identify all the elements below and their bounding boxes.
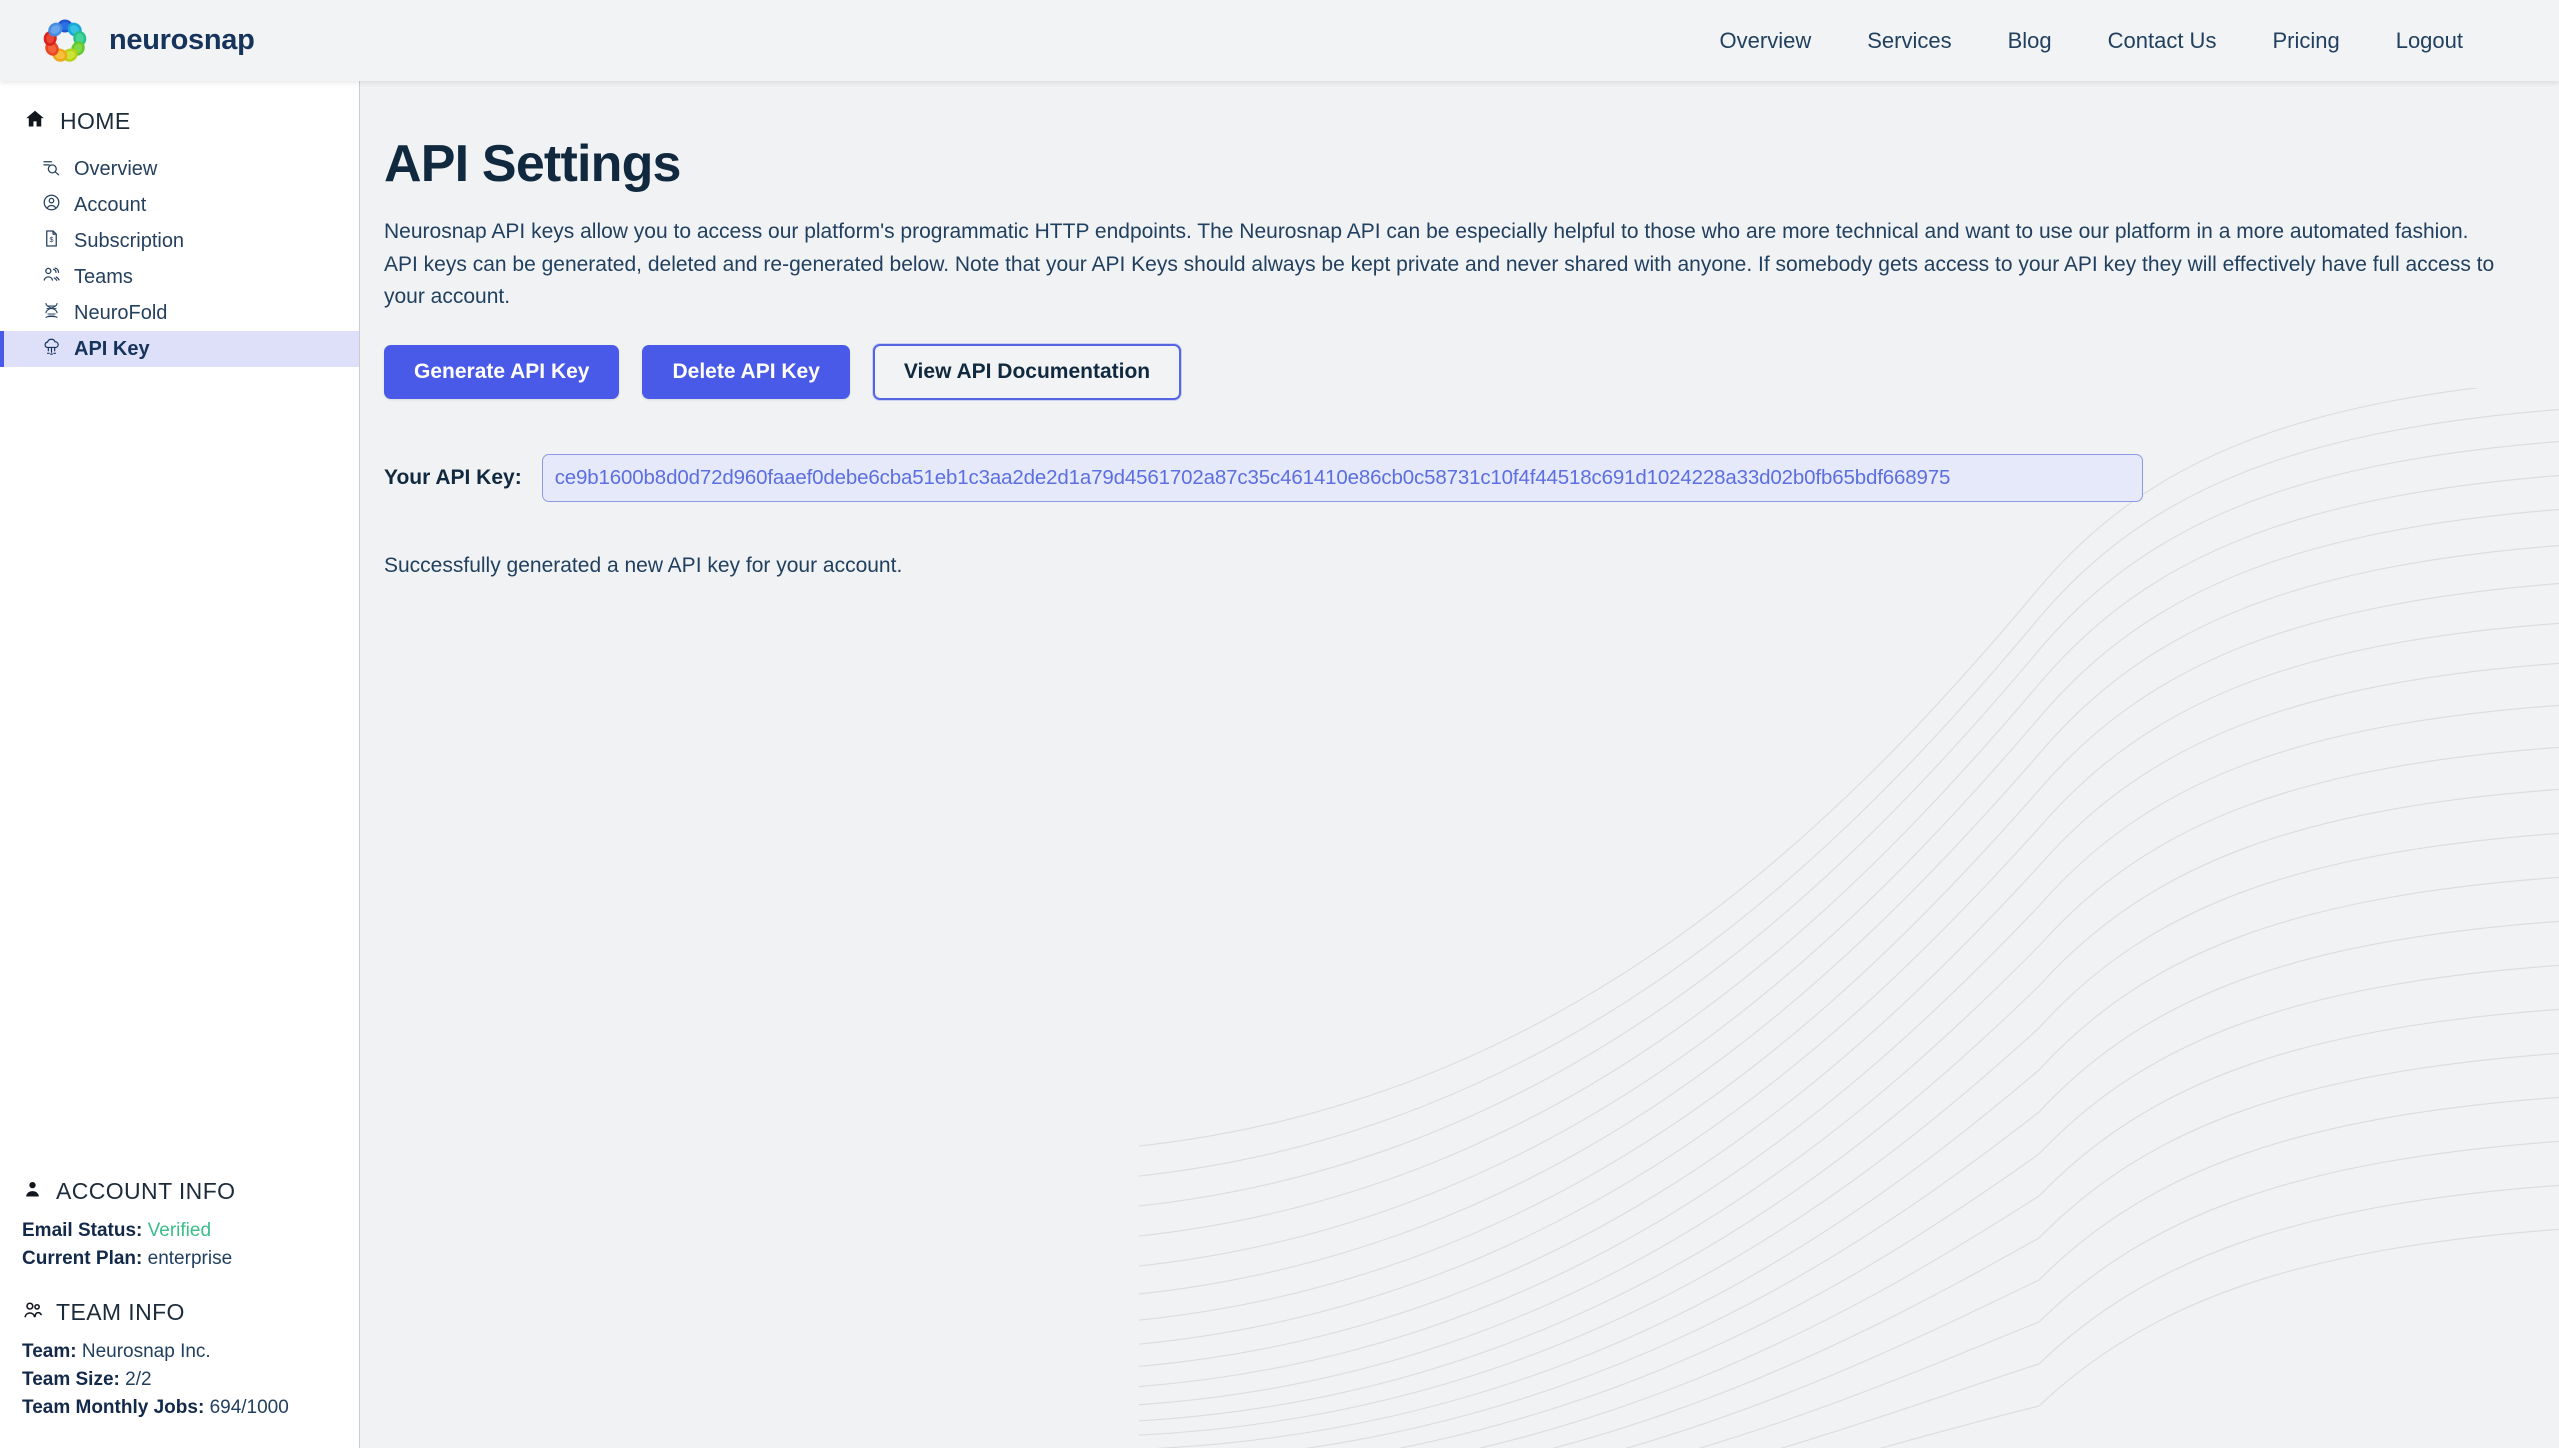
team-size-label: Team Size: [22, 1369, 120, 1390]
people-group-icon [22, 1300, 43, 1326]
sidebar: HOME Overview Account $ Subscription Tea… [0, 81, 360, 1448]
team-monthly-jobs-value: 694/1000 [209, 1397, 289, 1418]
top-header: neurosnap Overview Services Blog Contact… [0, 0, 2559, 81]
page-title: API Settings [384, 135, 681, 193]
account-email-status-value: Verified [147, 1220, 212, 1241]
sidebar-top-section: HOME Overview Account $ Subscription Tea… [0, 81, 359, 367]
cloud-network-icon [42, 337, 61, 361]
sidebar-home-heading[interactable]: HOME [0, 108, 359, 135]
sidebar-item-teams[interactable]: Teams [0, 259, 359, 295]
list-search-icon [42, 157, 61, 181]
account-info-label: ACCOUNT INFO [56, 1178, 236, 1204]
delete-api-key-button[interactable]: Delete API Key [642, 344, 850, 399]
team-size-value: 2/2 [125, 1369, 152, 1390]
sidebar-item-label: NeuroFold [74, 301, 168, 324]
nav-item-contact-us[interactable]: Contact Us [2080, 20, 2245, 62]
brand[interactable]: neurosnap [38, 14, 255, 68]
sidebar-item-label: Account [74, 193, 147, 216]
dna-helix-icon [42, 301, 61, 325]
sidebar-item-label: API Key [74, 337, 150, 360]
account-email-status-label: Email Status: [22, 1220, 143, 1241]
user-circle-icon [42, 193, 61, 217]
sidebar-item-label: Subscription [74, 229, 185, 252]
sidebar-nav-list: Overview Account $ Subscription Teams Ne… [0, 151, 359, 367]
people-group-icon [42, 265, 61, 289]
team-name-label: Team: [22, 1341, 77, 1362]
neurosnap-protein-logo-icon [38, 14, 92, 68]
team-monthly-jobs-label: Team Monthly Jobs: [22, 1397, 205, 1418]
sidebar-bottom-info: ACCOUNT INFO Email Status: Verified Curr… [0, 1178, 359, 1448]
team-monthly-jobs-row: Team Monthly Jobs: 694/1000 [0, 1394, 359, 1422]
info-divider [0, 1273, 359, 1299]
nav-item-overview[interactable]: Overview [1692, 20, 1840, 62]
team-name-value: Neurosnap Inc. [81, 1341, 211, 1362]
sidebar-item-subscription[interactable]: $ Subscription [0, 223, 359, 259]
account-email-status-row: Email Status: Verified [0, 1217, 359, 1245]
sidebar-item-account[interactable]: Account [0, 187, 359, 223]
sidebar-item-overview[interactable]: Overview [0, 151, 359, 187]
person-icon [22, 1179, 43, 1205]
home-icon [24, 108, 46, 135]
team-size-row: Team Size: 2/2 [0, 1366, 359, 1394]
nav-item-logout[interactable]: Logout [2368, 20, 2491, 62]
main-content: API Settings Neurosnap API keys allow yo… [360, 81, 2559, 1448]
api-key-row: Your API Key: [384, 453, 2499, 502]
account-current-plan-row: Current Plan: enterprise [0, 1245, 359, 1273]
sidebar-item-label: Teams [74, 265, 133, 288]
api-key-input[interactable] [541, 453, 2143, 502]
nav-item-services[interactable]: Services [1839, 20, 1979, 62]
team-info-heading: TEAM INFO [0, 1299, 359, 1326]
sidebar-home-label: HOME [60, 108, 131, 134]
generate-api-key-button[interactable]: Generate API Key [384, 344, 620, 399]
brand-name: neurosnap [109, 24, 255, 56]
nav-item-blog[interactable]: Blog [1980, 20, 2080, 62]
account-info-heading: ACCOUNT INFO [0, 1178, 359, 1205]
content-area: API Settings Neurosnap API keys allow yo… [360, 81, 2559, 578]
account-current-plan-label: Current Plan: [22, 1248, 143, 1269]
nav-item-pricing[interactable]: Pricing [2244, 20, 2367, 62]
action-button-row: Generate API Key Delete API Key View API… [384, 343, 2499, 400]
svg-text:$: $ [50, 236, 54, 244]
sidebar-item-label: Overview [74, 157, 158, 180]
invoice-dollar-icon: $ [42, 229, 61, 253]
view-api-documentation-button[interactable]: View API Documentation [872, 343, 1182, 400]
api-key-label: Your API Key: [384, 465, 522, 489]
account-current-plan-value: enterprise [147, 1248, 233, 1269]
sidebar-item-neurofold[interactable]: NeuroFold [0, 295, 359, 331]
status-message: Successfully generated a new API key for… [384, 553, 903, 577]
main-nav: Overview Services Blog Contact Us Pricin… [1692, 20, 2491, 62]
team-name-row: Team: Neurosnap Inc. [0, 1338, 359, 1366]
team-info-label: TEAM INFO [56, 1299, 185, 1325]
page-description: Neurosnap API keys allow you to access o… [384, 220, 2495, 308]
sidebar-item-api-key[interactable]: API Key [0, 331, 359, 367]
